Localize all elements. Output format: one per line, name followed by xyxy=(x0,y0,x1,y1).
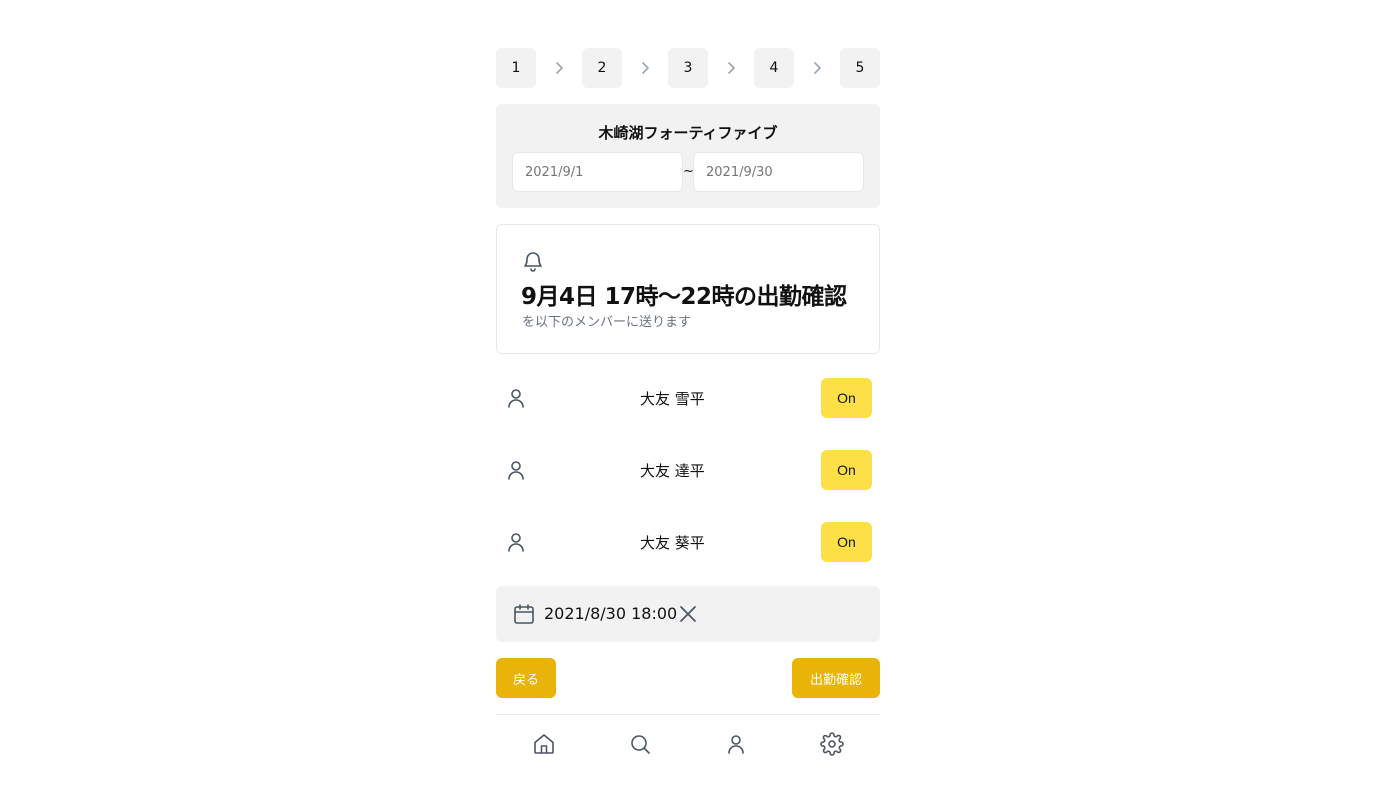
step-3[interactable]: 3 xyxy=(668,48,708,88)
step-4[interactable]: 4 xyxy=(754,48,794,88)
user-icon xyxy=(504,530,528,554)
step-label: 2 xyxy=(597,60,607,76)
bell-icon xyxy=(521,249,545,273)
period-to-input[interactable] xyxy=(693,152,864,192)
chevron-right-icon xyxy=(635,48,655,88)
member-row: 大友 雪平 On xyxy=(496,378,880,418)
step-label: 5 xyxy=(855,60,865,76)
member-name: 大友 達平 xyxy=(640,462,705,480)
step-label: 3 xyxy=(683,60,693,76)
step-5[interactable]: 5 xyxy=(840,48,880,88)
member-name: 大友 葵平 xyxy=(640,534,705,552)
period-from-input[interactable] xyxy=(512,152,683,192)
member-row: 大友 達平 On xyxy=(496,450,880,490)
calendar-icon[interactable] xyxy=(512,602,536,626)
store-name: 木崎湖フォーティファイブ xyxy=(598,124,778,142)
chevron-right-icon xyxy=(721,48,741,88)
home-icon[interactable] xyxy=(532,732,556,756)
close-icon[interactable] xyxy=(676,602,700,626)
gear-icon[interactable] xyxy=(820,732,844,756)
schedule-panel: 2021/8/30 18:00 xyxy=(496,586,880,642)
step-label: 1 xyxy=(511,60,521,76)
member-toggle-button[interactable]: On xyxy=(821,522,872,562)
notice-subtitle: を以下のメンバーに送ります xyxy=(522,315,692,330)
schedule-datetime[interactable]: 2021/8/30 18:00 xyxy=(544,604,677,623)
user-icon xyxy=(504,458,528,482)
period-separator: ~ xyxy=(683,164,694,179)
stepper: 1 2 3 4 5 xyxy=(496,48,880,88)
step-1[interactable]: 1 xyxy=(496,48,536,88)
user-icon xyxy=(504,386,528,410)
member-toggle-button[interactable]: On xyxy=(821,378,872,418)
search-icon[interactable] xyxy=(628,732,652,756)
back-button[interactable]: 戻る xyxy=(496,658,556,698)
step-2[interactable]: 2 xyxy=(582,48,622,88)
step-label: 4 xyxy=(769,60,779,76)
app-container: 1 2 3 4 5 木崎湖フォーティファイブ ~ 9月4日 17 xyxy=(496,0,880,787)
user-icon[interactable] xyxy=(724,732,748,756)
attendance-confirm-button[interactable]: 出勤確認 xyxy=(792,658,880,698)
member-row: 大友 葵平 On xyxy=(496,522,880,562)
chevron-right-icon xyxy=(549,48,569,88)
notice-title: 9月4日 17時〜22時の出勤確認 xyxy=(521,284,847,310)
member-toggle-button[interactable]: On xyxy=(821,450,872,490)
notice-card: 9月4日 17時〜22時の出勤確認 を以下のメンバーに送ります xyxy=(496,224,880,354)
store-panel: 木崎湖フォーティファイブ ~ xyxy=(496,104,880,208)
bottom-nav xyxy=(496,714,880,772)
member-name: 大友 雪平 xyxy=(640,390,705,408)
chevron-right-icon xyxy=(807,48,827,88)
